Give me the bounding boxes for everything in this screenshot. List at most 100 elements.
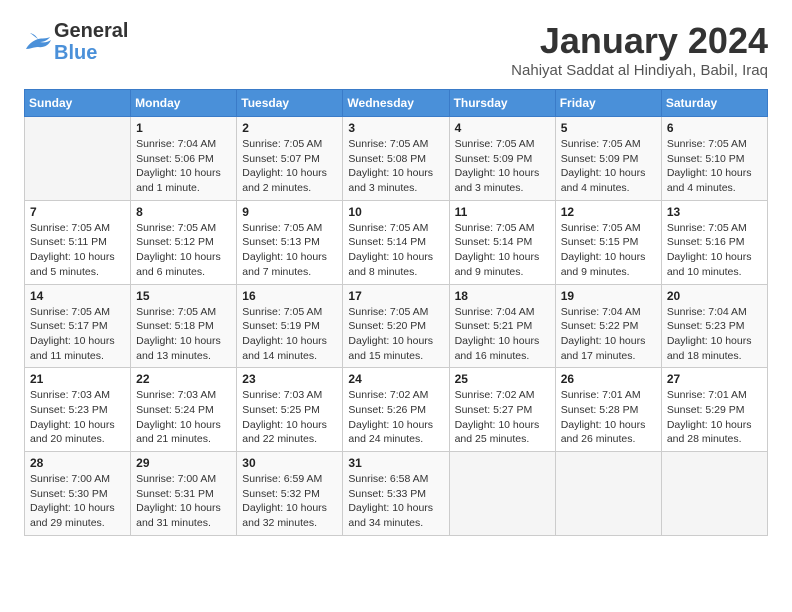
day-number: 7 <box>30 205 125 219</box>
calendar-cell: 2Sunrise: 7:05 AMSunset: 5:07 PMDaylight… <box>237 117 343 201</box>
day-number: 26 <box>561 372 656 386</box>
calendar-cell: 16 Sunrise: 7:05 AMSunset: 5:19 PMDayligh… <box>237 284 343 368</box>
calendar-cell: 26 Sunrise: 7:01 AMSunset: 5:28 PMDayligh… <box>555 368 661 452</box>
header-thursday: Thursday <box>449 90 555 117</box>
calendar-cell: 5Sunrise: 7:05 AMSunset: 5:09 PMDaylight… <box>555 117 661 201</box>
calendar-cell: 6 Sunrise: 7:05 AMSunset: 5:10 PMDaylight… <box>661 117 767 201</box>
calendar-cell: 30 Sunrise: 6:59 AMSunset: 5:32 PMDayligh… <box>237 452 343 536</box>
day-number: 17 <box>348 289 443 303</box>
day-info: Sunrise: 7:05 AMSunset: 5:16 PMDaylight:… <box>667 221 762 280</box>
day-info: Sunrise: 7:04 AMSunset: 5:23 PMDaylight:… <box>667 305 762 364</box>
calendar-cell: 14Sunrise: 7:05 AMSunset: 5:17 PMDayligh… <box>25 284 131 368</box>
calendar-title: January 2024 <box>511 20 768 62</box>
day-number: 27 <box>667 372 762 386</box>
calendar-subtitle: Nahiyat Saddat al Hindiyah, Babil, Iraq <box>511 62 768 79</box>
day-info: Sunrise: 7:03 AMSunset: 5:24 PMDaylight:… <box>136 388 231 447</box>
day-info: Sunrise: 7:04 AMSunset: 5:21 PMDaylight:… <box>455 305 550 364</box>
calendar-cell: 25 Sunrise: 7:02 AMSunset: 5:27 PMDayligh… <box>449 368 555 452</box>
calendar-cell: 24 Sunrise: 7:02 AMSunset: 5:26 PMDayligh… <box>343 368 449 452</box>
day-info: Sunrise: 7:05 AMSunset: 5:20 PMDaylight:… <box>348 305 443 364</box>
calendar-cell <box>661 452 767 536</box>
calendar-cell: 28 Sunrise: 7:00 AMSunset: 5:30 PMDayligh… <box>25 452 131 536</box>
day-number: 11 <box>455 205 550 219</box>
day-number: 15 <box>136 289 231 303</box>
day-info: Sunrise: 7:05 AMSunset: 5:14 PMDaylight:… <box>348 221 443 280</box>
calendar-cell: 18 Sunrise: 7:04 AMSunset: 5:21 PMDayligh… <box>449 284 555 368</box>
calendar-cell: 23Sunrise: 7:03 AMSunset: 5:25 PMDayligh… <box>237 368 343 452</box>
logo: General Blue <box>24 20 128 64</box>
day-number: 24 <box>348 372 443 386</box>
week-row-4: 21Sunrise: 7:03 AMSunset: 5:23 PMDayligh… <box>25 368 768 452</box>
title-area: January 2024 Nahiyat Saddat al Hindiyah,… <box>511 20 768 79</box>
calendar-cell <box>25 117 131 201</box>
calendar-cell: 31 Sunrise: 6:58 AMSunset: 5:33 PMDayligh… <box>343 452 449 536</box>
day-number: 18 <box>455 289 550 303</box>
calendar-cell <box>449 452 555 536</box>
calendar-table: SundayMondayTuesdayWednesdayThursdayFrid… <box>24 89 768 536</box>
day-info: Sunrise: 7:05 AMSunset: 5:09 PMDaylight:… <box>455 137 550 196</box>
calendar-cell: 8Sunrise: 7:05 AMSunset: 5:12 PMDaylight… <box>131 200 237 284</box>
header-friday: Friday <box>555 90 661 117</box>
calendar-cell: 10 Sunrise: 7:05 AMSunset: 5:14 PMDayligh… <box>343 200 449 284</box>
page-container: General Blue January 2024 Nahiyat Saddat… <box>24 20 768 536</box>
day-info: Sunrise: 7:01 AMSunset: 5:28 PMDaylight:… <box>561 388 656 447</box>
calendar-body: 1 Sunrise: 7:04 AMSunset: 5:06 PMDaylight… <box>25 117 768 536</box>
day-number: 22 <box>136 372 231 386</box>
calendar-cell: 13 Sunrise: 7:05 AMSunset: 5:16 PMDayligh… <box>661 200 767 284</box>
day-number: 6 <box>667 121 762 135</box>
day-info: Sunrise: 7:02 AMSunset: 5:27 PMDaylight:… <box>455 388 550 447</box>
day-info: Sunrise: 7:04 AMSunset: 5:22 PMDaylight:… <box>561 305 656 364</box>
day-info: Sunrise: 7:05 AMSunset: 5:18 PMDaylight:… <box>136 305 231 364</box>
day-info: Sunrise: 7:05 AMSunset: 5:10 PMDaylight:… <box>667 137 762 196</box>
day-info: Sunrise: 7:05 AMSunset: 5:14 PMDaylight:… <box>455 221 550 280</box>
week-row-1: 1 Sunrise: 7:04 AMSunset: 5:06 PMDaylight… <box>25 117 768 201</box>
day-number: 30 <box>242 456 337 470</box>
calendar-cell: 1 Sunrise: 7:04 AMSunset: 5:06 PMDaylight… <box>131 117 237 201</box>
calendar-cell: 19 Sunrise: 7:04 AMSunset: 5:22 PMDayligh… <box>555 284 661 368</box>
calendar-cell <box>555 452 661 536</box>
logo-bird-icon <box>24 31 52 53</box>
day-info: Sunrise: 7:00 AMSunset: 5:31 PMDaylight:… <box>136 472 231 531</box>
day-info: Sunrise: 6:58 AMSunset: 5:33 PMDaylight:… <box>348 472 443 531</box>
day-info: Sunrise: 7:04 AMSunset: 5:06 PMDaylight:… <box>136 137 231 196</box>
calendar-cell: 20Sunrise: 7:04 AMSunset: 5:23 PMDayligh… <box>661 284 767 368</box>
day-number: 19 <box>561 289 656 303</box>
day-number: 31 <box>348 456 443 470</box>
day-number: 25 <box>455 372 550 386</box>
day-number: 21 <box>30 372 125 386</box>
header-saturday: Saturday <box>661 90 767 117</box>
day-number: 16 <box>242 289 337 303</box>
calendar-cell: 17 Sunrise: 7:05 AMSunset: 5:20 PMDayligh… <box>343 284 449 368</box>
day-number: 2 <box>242 121 337 135</box>
day-info: Sunrise: 7:02 AMSunset: 5:26 PMDaylight:… <box>348 388 443 447</box>
day-number: 14 <box>30 289 125 303</box>
week-row-2: 7 Sunrise: 7:05 AMSunset: 5:11 PMDaylight… <box>25 200 768 284</box>
week-row-3: 14Sunrise: 7:05 AMSunset: 5:17 PMDayligh… <box>25 284 768 368</box>
day-number: 28 <box>30 456 125 470</box>
calendar-cell: 15 Sunrise: 7:05 AMSunset: 5:18 PMDayligh… <box>131 284 237 368</box>
header-row: SundayMondayTuesdayWednesdayThursdayFrid… <box>25 90 768 117</box>
header-monday: Monday <box>131 90 237 117</box>
day-number: 3 <box>348 121 443 135</box>
day-info: Sunrise: 7:05 AMSunset: 5:13 PMDaylight:… <box>242 221 337 280</box>
calendar-cell: 11 Sunrise: 7:05 AMSunset: 5:14 PMDayligh… <box>449 200 555 284</box>
day-number: 10 <box>348 205 443 219</box>
day-info: Sunrise: 7:05 AMSunset: 5:09 PMDaylight:… <box>561 137 656 196</box>
calendar-cell: 7 Sunrise: 7:05 AMSunset: 5:11 PMDaylight… <box>25 200 131 284</box>
header-wednesday: Wednesday <box>343 90 449 117</box>
calendar-cell: 9 Sunrise: 7:05 AMSunset: 5:13 PMDaylight… <box>237 200 343 284</box>
day-info: Sunrise: 7:03 AMSunset: 5:25 PMDaylight:… <box>242 388 337 447</box>
day-number: 4 <box>455 121 550 135</box>
calendar-cell: 12Sunrise: 7:05 AMSunset: 5:15 PMDayligh… <box>555 200 661 284</box>
calendar-cell: 3Sunrise: 7:05 AMSunset: 5:08 PMDaylight… <box>343 117 449 201</box>
day-info: Sunrise: 6:59 AMSunset: 5:32 PMDaylight:… <box>242 472 337 531</box>
day-info: Sunrise: 7:05 AMSunset: 5:11 PMDaylight:… <box>30 221 125 280</box>
day-number: 13 <box>667 205 762 219</box>
day-number: 12 <box>561 205 656 219</box>
day-info: Sunrise: 7:05 AMSunset: 5:19 PMDaylight:… <box>242 305 337 364</box>
day-info: Sunrise: 7:00 AMSunset: 5:30 PMDaylight:… <box>30 472 125 531</box>
day-number: 1 <box>136 121 231 135</box>
day-number: 9 <box>242 205 337 219</box>
calendar-cell: 21Sunrise: 7:03 AMSunset: 5:23 PMDayligh… <box>25 368 131 452</box>
day-number: 8 <box>136 205 231 219</box>
